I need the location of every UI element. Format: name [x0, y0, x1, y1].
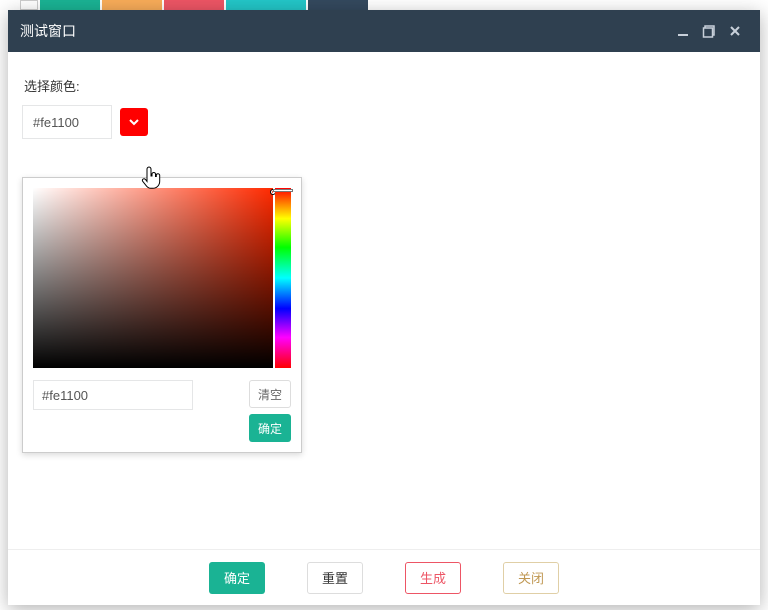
color-swatch-button[interactable] [120, 108, 148, 136]
hue-handle[interactable] [273, 189, 293, 192]
dialog-window: 测试窗口 选择颜色: [8, 10, 760, 605]
color-input[interactable] [22, 105, 112, 139]
close-icon[interactable] [722, 18, 748, 44]
picker-ok-button[interactable]: 确定 [249, 414, 291, 442]
picker-hex-input[interactable] [33, 380, 193, 410]
background-toolbar [0, 0, 768, 10]
footer-generate-button[interactable]: 生成 [405, 562, 461, 594]
footer-ok-button[interactable]: 确定 [209, 562, 265, 594]
picker-clear-button[interactable]: 清空 [249, 380, 291, 408]
color-picker-panel: 清空 确定 [22, 177, 302, 453]
chevron-down-icon [128, 116, 140, 128]
color-label: 选择颜色: [24, 76, 746, 95]
footer-close-button[interactable]: 关闭 [503, 562, 559, 594]
maximize-icon[interactable] [696, 18, 722, 44]
hue-strip[interactable] [275, 188, 291, 368]
minimize-icon[interactable] [670, 18, 696, 44]
dialog-footer: 确定 重置 生成 关闭 [8, 549, 760, 605]
footer-reset-button[interactable]: 重置 [307, 562, 363, 594]
dialog-body: 选择颜色: 清空 确定 [8, 52, 760, 549]
color-row [22, 105, 746, 139]
dialog-titlebar[interactable]: 测试窗口 [8, 10, 760, 52]
dialog-title: 测试窗口 [20, 21, 670, 41]
color-gradient[interactable] [33, 188, 273, 368]
